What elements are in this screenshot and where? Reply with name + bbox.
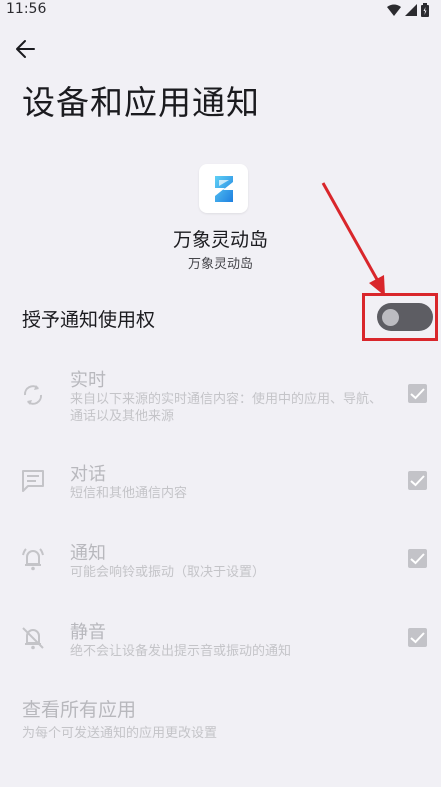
highlight-box xyxy=(362,293,438,341)
status-icons xyxy=(387,3,429,17)
check-icon xyxy=(410,553,425,565)
battery-icon xyxy=(421,3,429,17)
sync-icon xyxy=(23,385,43,405)
check-icon xyxy=(410,388,425,400)
grant-access-label: 授予通知使用权 xyxy=(22,309,156,331)
app-icon xyxy=(199,164,248,213)
bell-off-icon xyxy=(22,627,44,650)
signal-icon xyxy=(405,4,417,16)
category-checkbox[interactable] xyxy=(408,471,427,490)
category-checkbox[interactable] xyxy=(408,384,427,403)
status-bar: 11:56 xyxy=(0,0,441,22)
check-icon xyxy=(410,632,425,644)
arrow-left-icon xyxy=(16,40,35,58)
category-title: 静音 xyxy=(70,622,106,643)
category-silent[interactable]: 静音 绝不会让设备发出提示音或振动的通知 xyxy=(0,618,441,662)
see-all-apps-button[interactable]: 查看所有应用 xyxy=(22,695,136,722)
category-desc: 来自以下来源的实时通信内容：使用中的应用、导航、通话以及其他来源 xyxy=(70,392,383,424)
category-desc: 可能会响铃或振动（取决于设置） xyxy=(70,565,266,580)
category-title: 对话 xyxy=(70,464,106,485)
status-time: 11:56 xyxy=(6,1,47,17)
category-checkbox[interactable] xyxy=(408,628,427,647)
page-title: 设备和应用通知 xyxy=(22,83,260,122)
wifi-icon xyxy=(387,4,401,16)
category-notification[interactable]: 通知 可能会响铃或振动（取决于设置） xyxy=(0,539,441,583)
category-title: 实时 xyxy=(70,370,106,391)
bell-ring-icon xyxy=(22,548,44,571)
app-logo-icon xyxy=(214,175,233,202)
category-conversation[interactable]: 对话 短信和其他通信内容 xyxy=(0,460,441,504)
check-icon xyxy=(410,475,425,487)
category-desc: 绝不会让设备发出提示音或振动的通知 xyxy=(70,644,292,659)
category-title: 通知 xyxy=(70,543,106,564)
see-all-apps-desc: 为每个可发送通知的应用更改设置 xyxy=(22,726,218,741)
message-icon xyxy=(22,470,44,492)
category-desc: 短信和其他通信内容 xyxy=(70,486,188,501)
app-subtitle: 万象灵动岛 xyxy=(187,257,253,272)
category-realtime[interactable]: 实时 来自以下来源的实时通信内容：使用中的应用、导航、通话以及其他来源 xyxy=(0,366,441,430)
back-button[interactable] xyxy=(14,38,40,60)
app-name: 万象灵动岛 xyxy=(172,229,268,251)
category-checkbox[interactable] xyxy=(408,549,427,568)
